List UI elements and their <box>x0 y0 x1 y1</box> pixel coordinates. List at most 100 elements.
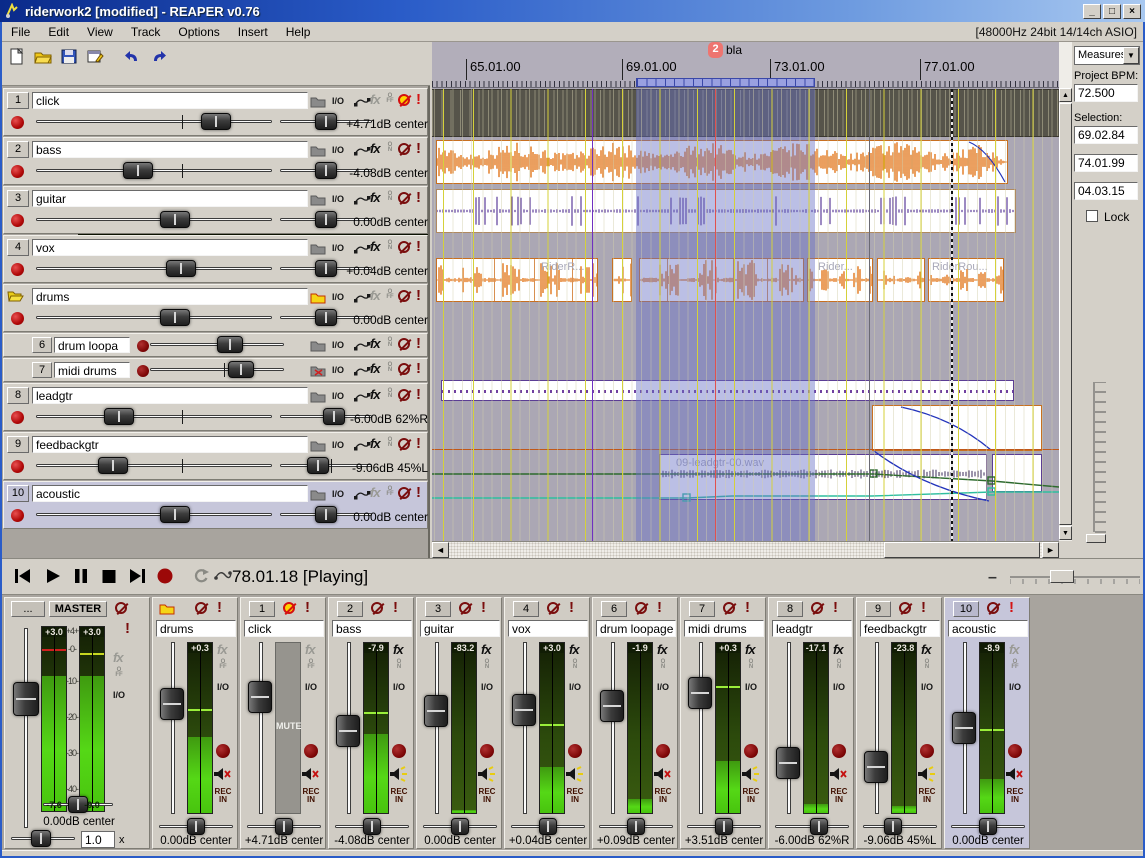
volume-fader[interactable] <box>150 361 284 379</box>
solo-button[interactable]: ! <box>416 386 421 403</box>
strip-fx-button[interactable]: fx <box>393 642 403 657</box>
strip-speaker-icon[interactable] <box>917 766 936 782</box>
strip-name-input[interactable]: leadgtr <box>772 620 852 637</box>
io-button[interactable]: I/O <box>332 340 344 350</box>
solo-button[interactable]: ! <box>416 189 421 206</box>
arrange-item-vox[interactable]: RiderR... <box>436 258 598 302</box>
io-button[interactable]: I/O <box>332 365 344 375</box>
fader-thumb[interactable] <box>539 818 557 835</box>
strip-fader-thumb[interactable] <box>600 690 624 722</box>
record-arm-button[interactable] <box>11 460 24 473</box>
arrange-item-vox[interactable] <box>639 258 804 302</box>
strip-fx-button[interactable]: fx <box>305 642 315 657</box>
strip-pan-fader[interactable] <box>247 818 321 836</box>
folder-icon[interactable] <box>310 192 326 206</box>
record-arm-button[interactable] <box>11 509 24 522</box>
track-row-drums[interactable]: drumsI/OfxOFF!0.00dB center <box>3 284 428 332</box>
master-fader-thumb[interactable] <box>13 682 39 716</box>
fader-thumb[interactable] <box>363 818 381 835</box>
strip-name-input[interactable]: drums <box>156 620 236 637</box>
chevron-down-icon[interactable]: ▼ <box>1123 47 1139 64</box>
arrange-item-bass[interactable] <box>436 140 1008 184</box>
mute-button[interactable] <box>398 363 410 375</box>
fader-thumb[interactable] <box>104 408 134 425</box>
fx-button[interactable]: fx <box>370 361 380 376</box>
volume-fader[interactable] <box>36 260 272 278</box>
strip-pan-fader[interactable] <box>159 818 233 836</box>
strip-fader-thumb[interactable] <box>160 688 184 720</box>
arrange-item-small[interactable] <box>992 454 1042 492</box>
strip-mute-button[interactable] <box>547 602 559 614</box>
record-button[interactable] <box>156 567 180 589</box>
volume-fader[interactable] <box>36 506 272 524</box>
track-row-leadgtr[interactable]: 8leadgtrI/OfxON!-6.00dB 62%R <box>3 383 428 431</box>
track-name-input[interactable]: click <box>32 92 308 109</box>
mute-button[interactable] <box>398 192 410 204</box>
fader-thumb[interactable] <box>98 457 128 474</box>
strip-name-input[interactable]: click <box>244 620 324 637</box>
menu-item-options[interactable]: Options <box>169 23 228 41</box>
strip-speaker-icon[interactable] <box>741 766 760 782</box>
playrate-field[interactable]: 1.0 <box>81 831 115 848</box>
envelope-button[interactable] <box>354 293 371 303</box>
lock-checkbox[interactable] <box>1086 210 1098 222</box>
fader-thumb[interactable] <box>228 361 254 378</box>
solo-button[interactable]: ! <box>416 140 421 157</box>
strip-pan-fader[interactable] <box>511 818 585 836</box>
arrange-item-vox[interactable] <box>612 258 632 302</box>
arrange-item-vox[interactable]: Rider... <box>807 258 873 302</box>
mixer-strip-feedbackgtr[interactable]: 9!feedbackgtr-23.8fxONI/ORECIN-9.06dB 45… <box>856 597 942 849</box>
scroll-thumb[interactable] <box>884 542 1040 558</box>
strip-speaker-icon[interactable] <box>829 766 848 782</box>
strip-solo-button[interactable]: ! <box>921 599 926 616</box>
io-button[interactable]: I/O <box>332 243 344 253</box>
strip-record-arm[interactable] <box>304 744 318 758</box>
strip-speaker-icon[interactable] <box>653 766 672 782</box>
title-bar[interactable]: riderwork2 [modified] - REAPER v0.76 _ □… <box>0 0 1145 22</box>
arrange-item-vox[interactable]: RiderRou... <box>928 258 1004 302</box>
envelope-button[interactable] <box>354 341 371 351</box>
fader-thumb[interactable] <box>201 113 231 130</box>
strip-name-input[interactable]: midi drums <box>684 620 764 637</box>
arrange-item-guitar[interactable] <box>436 189 1016 233</box>
track-row-feedbackgtr[interactable]: 9feedbackgtrI/OfxON!-9.06dB 45%L <box>3 432 428 480</box>
strip-fx-button[interactable]: fx <box>217 642 227 657</box>
fx-button[interactable]: fx <box>370 436 380 451</box>
bpm-field[interactable]: 72.500 <box>1074 84 1138 102</box>
fader-thumb[interactable] <box>31 830 51 847</box>
arrange-item-vox[interactable] <box>877 258 925 302</box>
io-button[interactable]: I/O <box>332 391 344 401</box>
mute-button[interactable] <box>398 143 410 155</box>
track-name-input[interactable]: vox <box>32 239 308 256</box>
strip-name-input[interactable]: acoustic <box>948 620 1028 637</box>
volume-fader[interactable] <box>36 457 272 475</box>
loop-selection-bar[interactable] <box>636 78 815 87</box>
strip-io-button[interactable]: I/O <box>745 682 757 692</box>
redo-icon[interactable] <box>150 48 172 70</box>
envelope-button[interactable] <box>354 490 371 500</box>
mixer-strip-click[interactable]: 1!clickMUTEfxOFFI/ORECIN+4.71dB center <box>240 597 326 849</box>
track-name-input[interactable]: leadgtr <box>32 387 308 404</box>
strip-solo-button[interactable]: ! <box>217 599 222 616</box>
strip-solo-button[interactable]: ! <box>481 599 486 616</box>
record-arm-button[interactable] <box>11 116 24 129</box>
io-button[interactable]: I/O <box>332 489 344 499</box>
selection-end-field[interactable]: 74.01.99 <box>1074 154 1138 172</box>
io-button[interactable]: I/O <box>332 440 344 450</box>
strip-record-arm[interactable] <box>392 744 406 758</box>
menu-item-track[interactable]: Track <box>122 23 170 41</box>
solo-button[interactable]: ! <box>416 484 421 501</box>
strip-speaker-icon[interactable] <box>565 766 584 782</box>
record-arm-button[interactable] <box>11 263 24 276</box>
volume-fader[interactable] <box>36 113 272 131</box>
fx-button[interactable]: fx <box>370 141 380 156</box>
play-button[interactable] <box>44 567 68 589</box>
record-arm-button[interactable] <box>11 411 24 424</box>
fader-thumb[interactable] <box>627 818 645 835</box>
solo-button[interactable]: ! <box>416 335 421 352</box>
volume-fader[interactable] <box>36 162 272 180</box>
horizontal-zoom-slider[interactable] <box>1010 567 1140 589</box>
fx-button[interactable]: fx <box>370 485 380 500</box>
strip-record-arm[interactable] <box>480 744 494 758</box>
envelope-button[interactable] <box>354 244 371 254</box>
